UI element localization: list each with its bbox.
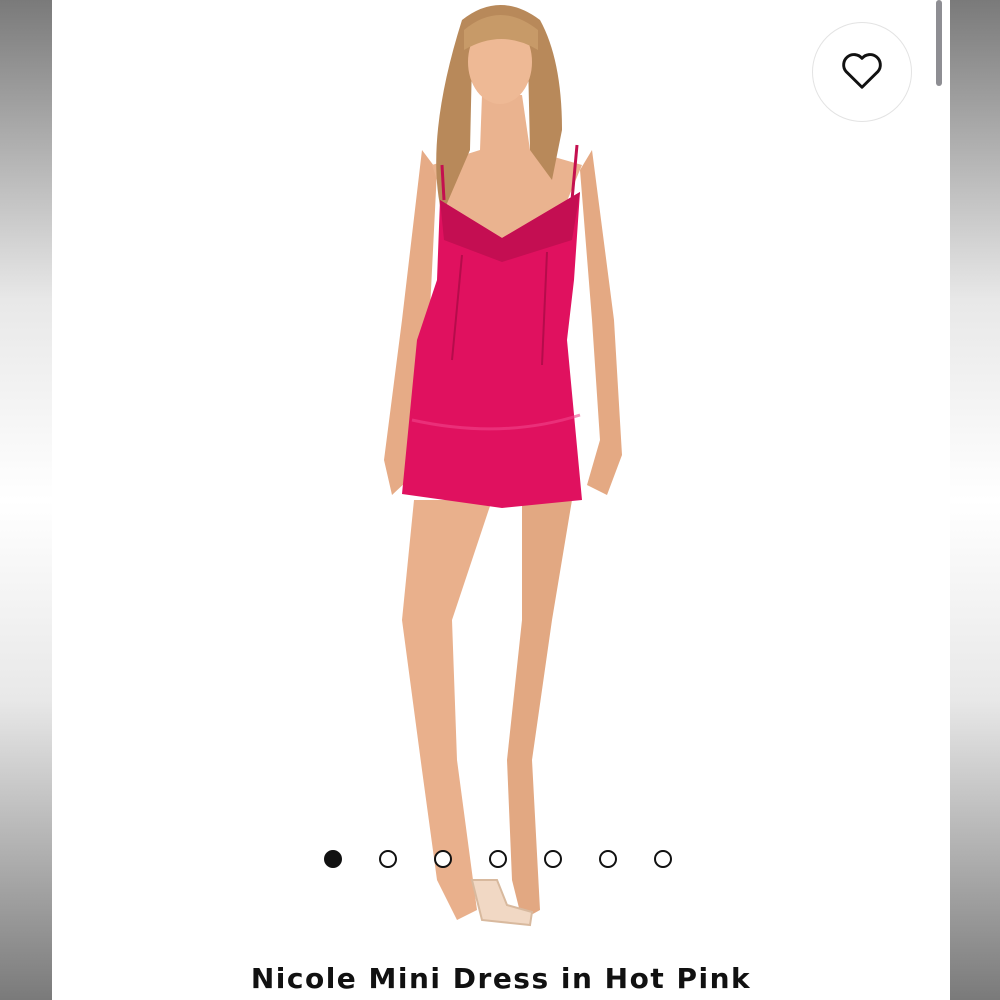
carousel-dot-6[interactable] (599, 850, 617, 868)
image-carousel-dots (324, 850, 672, 870)
right-backdrop (948, 0, 1000, 1000)
carousel-dot-1[interactable] (324, 850, 342, 868)
carousel-dot-3[interactable] (434, 850, 452, 868)
carousel-dot-2[interactable] (379, 850, 397, 868)
carousel-dot-5[interactable] (544, 850, 562, 868)
product-title: Nicole Mini Dress in Hot Pink (250, 962, 752, 995)
model-right-arm (580, 150, 622, 495)
product-image[interactable] (52, 0, 950, 950)
wishlist-button[interactable] (812, 22, 912, 122)
product-screen: Nicole Mini Dress in Hot Pink (52, 0, 950, 1000)
heart-outline-icon (840, 50, 884, 94)
carousel-dot-4[interactable] (489, 850, 507, 868)
scroll-indicator[interactable] (936, 0, 942, 86)
left-backdrop (0, 0, 52, 1000)
carousel-dot-7[interactable] (654, 850, 672, 868)
